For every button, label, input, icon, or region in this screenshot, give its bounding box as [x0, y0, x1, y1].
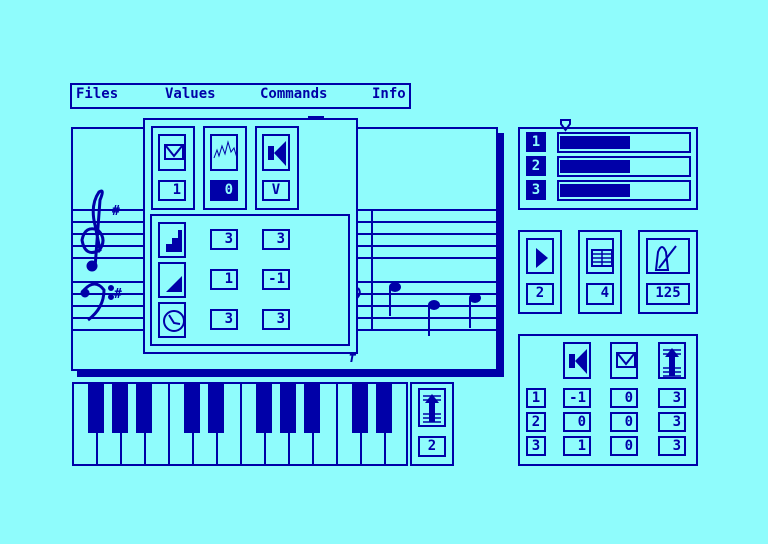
- speaker-button[interactable]: [262, 134, 290, 171]
- waveform-button[interactable]: [210, 134, 238, 171]
- position-marker-icon[interactable]: [560, 119, 572, 132]
- channel-level-fill: [560, 136, 630, 149]
- black-key[interactable]: [136, 384, 152, 433]
- white-key-divider: [336, 384, 338, 464]
- speaker-icon: [268, 141, 286, 166]
- piano-keyboard[interactable]: [72, 382, 408, 466]
- envelope-icon: [164, 144, 184, 160]
- matrix-value[interactable]: 3: [658, 388, 686, 408]
- ramp-button[interactable]: [158, 262, 186, 298]
- grid-icon: [591, 249, 613, 267]
- envelope-icon: [616, 352, 636, 368]
- grid-button[interactable]: [586, 238, 614, 274]
- popup-value[interactable]: V: [262, 180, 290, 201]
- popup-value[interactable]: 1: [158, 180, 186, 201]
- play-icon: [536, 248, 548, 268]
- channel-level-bar[interactable]: [557, 180, 691, 201]
- black-key[interactable]: [208, 384, 224, 433]
- envelope-button[interactable]: [158, 134, 186, 171]
- black-key[interactable]: [304, 384, 320, 433]
- speaker-icon: [569, 349, 587, 374]
- stairs-icon: [166, 230, 182, 252]
- sharp-icon: #: [114, 287, 122, 302]
- black-key[interactable]: [184, 384, 200, 433]
- matrix-value[interactable]: 1: [563, 436, 591, 456]
- matrix-value[interactable]: 0: [563, 412, 591, 432]
- speaker-button[interactable]: [563, 342, 591, 379]
- matrix-row-label[interactable]: 1: [526, 388, 546, 408]
- channel-level-bar[interactable]: [557, 156, 691, 177]
- bass-clef-icon: [80, 282, 114, 322]
- matrix-row-label[interactable]: 2: [526, 412, 546, 432]
- metronome-icon: [654, 245, 677, 271]
- white-key-divider: [240, 384, 242, 464]
- transpose-icon: [663, 348, 681, 377]
- black-key[interactable]: [256, 384, 272, 433]
- popup-row-value[interactable]: 3: [262, 229, 290, 250]
- transpose-button[interactable]: [418, 388, 446, 427]
- barline: [371, 209, 373, 331]
- matrix-value[interactable]: 0: [610, 412, 638, 432]
- matrix-value[interactable]: 0: [610, 388, 638, 408]
- popup-row-value[interactable]: 3: [262, 309, 290, 330]
- channel-label[interactable]: 2: [526, 156, 546, 176]
- control-value[interactable]: 125: [646, 283, 690, 305]
- transpose-icon: [423, 394, 441, 423]
- popup-row-value[interactable]: -1: [262, 269, 290, 290]
- popup-row-value[interactable]: 3: [210, 309, 238, 330]
- channel-level-fill: [560, 160, 630, 173]
- waveform-icon: [213, 140, 238, 159]
- black-key[interactable]: [280, 384, 296, 433]
- play-button[interactable]: [526, 238, 554, 274]
- matrix-row-label[interactable]: 3: [526, 436, 546, 456]
- matrix-value[interactable]: 3: [658, 436, 686, 456]
- black-key[interactable]: [112, 384, 128, 433]
- matrix-value[interactable]: 3: [658, 412, 686, 432]
- note[interactable]: [389, 282, 401, 316]
- matrix-value[interactable]: -1: [563, 388, 591, 408]
- stairs-button[interactable]: [158, 222, 186, 258]
- sharp-icon: #: [112, 204, 120, 219]
- channel-level-fill: [560, 184, 630, 197]
- channel-level-bar[interactable]: [557, 132, 691, 153]
- envelope-button[interactable]: [610, 342, 638, 379]
- control-value[interactable]: 4: [586, 283, 614, 305]
- matrix-value[interactable]: 0: [610, 436, 638, 456]
- transpose-button[interactable]: [658, 342, 686, 379]
- channel-label[interactable]: 1: [526, 132, 546, 152]
- control-value[interactable]: 2: [526, 283, 554, 305]
- note[interactable]: [469, 293, 481, 328]
- clock-icon: [163, 310, 185, 332]
- black-key[interactable]: [88, 384, 104, 433]
- ramp-icon: [166, 276, 182, 292]
- transpose-value[interactable]: 2: [418, 436, 446, 457]
- black-key[interactable]: [376, 384, 392, 433]
- channel-label[interactable]: 3: [526, 180, 546, 200]
- black-key[interactable]: [352, 384, 368, 433]
- clock-button[interactable]: [158, 302, 186, 338]
- popup-row-value[interactable]: 1: [210, 269, 238, 290]
- white-key-divider: [168, 384, 170, 464]
- popup-row-value[interactable]: 3: [210, 229, 238, 250]
- metronome-button[interactable]: [646, 238, 690, 274]
- popup-value[interactable]: 0: [210, 180, 238, 201]
